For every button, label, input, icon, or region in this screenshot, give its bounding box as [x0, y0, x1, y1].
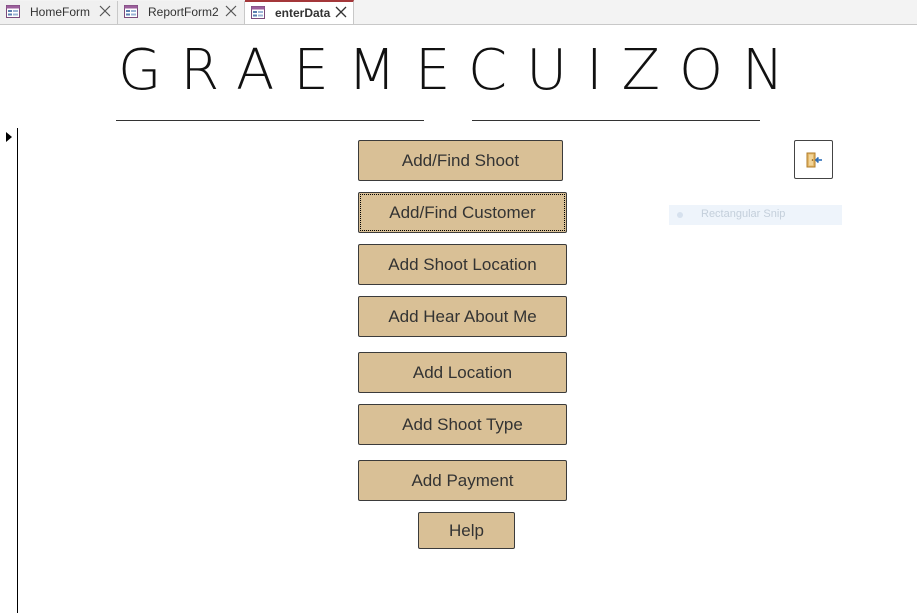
tab-enterdata[interactable]: enterData — [245, 0, 354, 24]
document-tab-bar: HomeForm ReportForm2 enterData — [0, 0, 917, 25]
add-shoot-type-button[interactable]: Add Shoot Type — [358, 404, 567, 445]
current-record-arrow-icon — [6, 132, 12, 142]
brand-first-name: GRAEME — [118, 38, 470, 103]
tab-homeform[interactable]: HomeForm — [0, 1, 118, 24]
close-icon[interactable] — [224, 4, 238, 18]
close-icon[interactable] — [334, 5, 348, 19]
snip-dot-icon — [677, 212, 683, 218]
rectangular-snip-overlay: Rectangular Snip — [669, 205, 842, 225]
help-button[interactable]: Help — [418, 512, 515, 549]
add-find-shoot-button[interactable]: Add/Find Shoot — [358, 140, 563, 181]
add-payment-button[interactable]: Add Payment — [358, 460, 567, 501]
record-selector[interactable] — [0, 128, 18, 613]
tab-label: ReportForm2 — [148, 5, 219, 19]
exit-door-icon — [806, 152, 822, 168]
add-location-button[interactable]: Add Location — [358, 352, 567, 393]
exit-button[interactable] — [794, 140, 833, 179]
tab-label: HomeForm — [30, 5, 91, 19]
add-shoot-location-button[interactable]: Add Shoot Location — [358, 244, 567, 285]
form-icon — [124, 5, 138, 18]
tab-reportform2[interactable]: ReportForm2 — [118, 1, 245, 24]
heading-underline-left — [116, 120, 424, 121]
add-hear-about-me-button[interactable]: Add Hear About Me — [358, 296, 567, 337]
form-icon — [6, 5, 20, 18]
brand-last-name: CUIZON — [468, 38, 803, 103]
add-find-customer-button[interactable]: Add/Find Customer — [358, 192, 567, 233]
close-icon[interactable] — [98, 4, 112, 18]
heading-underline-right — [472, 120, 760, 121]
form-icon — [251, 6, 265, 19]
snip-label: Rectangular Snip — [701, 208, 786, 220]
tab-label: enterData — [275, 6, 331, 20]
